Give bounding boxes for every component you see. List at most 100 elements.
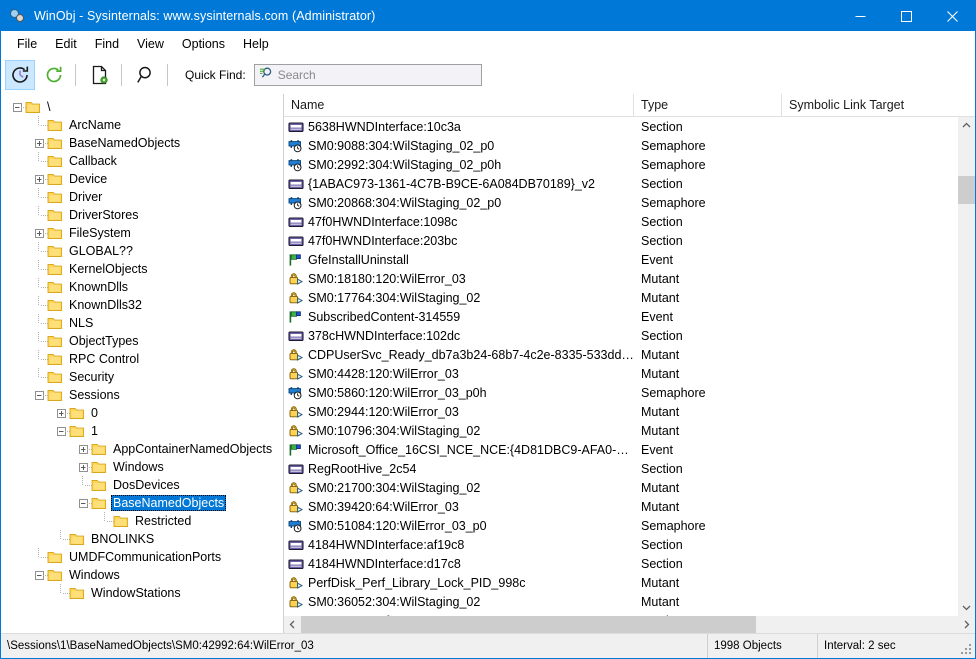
maximize-button[interactable] <box>883 1 929 31</box>
table-row[interactable]: 5638HWNDInterface:10c3aSection <box>284 117 957 136</box>
tree-item-callback[interactable]: Callback <box>1 152 282 170</box>
tree-item-appcontainernamedobjects[interactable]: AppContainerNamedObjects <box>1 440 282 458</box>
table-row[interactable]: Microsoft_Office_16CSI_NCE_NCE:{4D81DBC9… <box>284 440 957 459</box>
table-row[interactable]: GfeInstallUninstallEvent <box>284 250 957 269</box>
object-tree[interactable]: \ArcNameBaseNamedObjectsCallbackDeviceDr… <box>1 94 282 633</box>
table-row[interactable]: SM0:2944:120:WilError_03Mutant <box>284 402 957 421</box>
table-row[interactable]: SM0:18180:120:WilError_03Mutant <box>284 269 957 288</box>
tree-item-umdfcommunicationports[interactable]: UMDFCommunicationPorts <box>1 548 282 566</box>
table-row[interactable]: SubscribedContent-314559Event <box>284 307 957 326</box>
expand-icon[interactable] <box>75 458 91 476</box>
tree-item-restricted[interactable]: Restricted <box>1 512 282 530</box>
tree-item-windowstations[interactable]: WindowStations <box>1 584 282 602</box>
horizontal-scroll-thumb[interactable] <box>301 616 756 633</box>
tree-item-dosdevices[interactable]: DosDevices <box>1 476 282 494</box>
close-button[interactable] <box>929 1 975 31</box>
table-row[interactable]: SM0:4428:120:WilError_03Mutant <box>284 364 957 383</box>
cell-name: PerfDisk_Perf_Library_Lock_PID_998c <box>284 575 634 591</box>
table-row[interactable]: SM0:17764:304:WilStaging_02Mutant <box>284 288 957 307</box>
tree-item-basenamedobjects[interactable]: BaseNamedObjects <box>1 134 282 152</box>
tree-item-bnolinks[interactable]: BNOLINKS <box>1 530 282 548</box>
minimize-button[interactable] <box>837 1 883 31</box>
menu-item-options[interactable]: Options <box>173 34 234 55</box>
object-name-label: {1ABAC973-1361-4C7B-B9CE-6A084DB70189}_v… <box>308 177 595 191</box>
tree-item-security[interactable]: Security <box>1 368 282 386</box>
expand-icon[interactable] <box>53 404 69 422</box>
refresh-auto-icon[interactable] <box>5 60 35 90</box>
vertical-scroll-thumb[interactable] <box>958 176 975 204</box>
tree-item-nls[interactable]: NLS <box>1 314 282 332</box>
tree-item-arcname[interactable]: ArcName <box>1 116 282 134</box>
tree-item-windows[interactable]: Windows <box>1 458 282 476</box>
tree-item-sessions[interactable]: Sessions <box>1 386 282 404</box>
table-row[interactable]: SM0:51084:120:WilError_03_p0Semaphore <box>284 516 957 535</box>
table-row[interactable]: SM0:5860:120:WilError_03_p0hSemaphore <box>284 383 957 402</box>
tree-item-1[interactable]: 1 <box>1 422 282 440</box>
table-row[interactable]: 47f0HWNDInterface:203bcSection <box>284 231 957 250</box>
list-vertical-scrollbar[interactable] <box>957 117 975 616</box>
tree-item-windows[interactable]: Windows <box>1 566 282 584</box>
menu-item-file[interactable]: File <box>8 34 46 55</box>
scroll-right-button[interactable] <box>958 616 975 633</box>
table-row[interactable]: 47f0HWNDInterface:1098cSection <box>284 212 957 231</box>
menu-item-view[interactable]: View <box>128 34 173 55</box>
tree-connector <box>31 296 47 314</box>
table-row[interactable]: SM0:2992:304:WilStaging_02_p0hSemaphore <box>284 155 957 174</box>
tree-item-driver[interactable]: Driver <box>1 188 282 206</box>
table-row[interactable]: SM0:10796:304:WilStaging_02Mutant <box>284 421 957 440</box>
collapse-icon[interactable] <box>9 98 25 116</box>
tree-item-driverstores[interactable]: DriverStores <box>1 206 282 224</box>
scroll-up-button[interactable] <box>958 117 975 134</box>
tree-item-knowndlls32[interactable]: KnownDlls32 <box>1 296 282 314</box>
folder-icon <box>47 388 63 402</box>
cell-type: Section <box>634 557 782 571</box>
tree-item-[interactable]: \ <box>1 98 282 116</box>
tree-item-0[interactable]: 0 <box>1 404 282 422</box>
table-row[interactable]: 378cHWNDInterface:102dcSection <box>284 326 957 345</box>
refresh-icon[interactable] <box>39 60 69 90</box>
table-row[interactable]: {1ABAC973-1361-4C7B-B9CE-6A084DB70189}_v… <box>284 174 957 193</box>
menu-item-edit[interactable]: Edit <box>46 34 86 55</box>
menu-item-find[interactable]: Find <box>86 34 128 55</box>
column-header-type[interactable]: Type <box>634 94 782 116</box>
expand-icon[interactable] <box>31 224 47 242</box>
list-rows[interactable]: 5638HWNDInterface:10c3aSectionSM0:9088:3… <box>284 117 957 616</box>
find-icon[interactable] <box>131 60 161 90</box>
scroll-left-button[interactable] <box>284 616 301 633</box>
tree-item-device[interactable]: Device <box>1 170 282 188</box>
horizontal-scroll-track[interactable] <box>301 616 958 633</box>
collapse-icon[interactable] <box>31 386 47 404</box>
collapse-icon[interactable] <box>53 422 69 440</box>
table-row[interactable]: 4184HWNDInterface:d17c8Section <box>284 554 957 573</box>
tree-item-basenamedobjects[interactable]: BaseNamedObjects <box>1 494 282 512</box>
collapse-icon[interactable] <box>75 494 91 512</box>
menu-item-help[interactable]: Help <box>234 34 278 55</box>
search-input[interactable]: Search <box>254 64 482 86</box>
table-row[interactable]: SM0:9088:304:WilStaging_02_p0Semaphore <box>284 136 957 155</box>
tree-item-filesystem[interactable]: FileSystem <box>1 224 282 242</box>
collapse-icon[interactable] <box>31 566 47 584</box>
table-row[interactable]: CDPUserSvc_Ready_db7a3b24-68b7-4c2e-8335… <box>284 345 957 364</box>
table-row[interactable]: PerfDisk_Perf_Library_Lock_PID_998cMutan… <box>284 573 957 592</box>
tree-item-kernelobjects[interactable]: KernelObjects <box>1 260 282 278</box>
table-row[interactable]: 4184HWNDInterface:af19c8Section <box>284 535 957 554</box>
properties-icon[interactable] <box>85 60 115 90</box>
column-header-name[interactable]: Name <box>284 94 634 116</box>
tree-item-global[interactable]: GLOBAL?? <box>1 242 282 260</box>
table-row[interactable]: SM0:21700:304:WilStaging_02Mutant <box>284 478 957 497</box>
vertical-scroll-track[interactable] <box>958 134 975 599</box>
table-row[interactable]: RegRootHive_2c54Section <box>284 459 957 478</box>
table-row[interactable]: SM0:20868:304:WilStaging_02_p0Semaphore <box>284 193 957 212</box>
table-row[interactable]: SM0:36052:304:WilStaging_02Mutant <box>284 592 957 611</box>
expand-icon[interactable] <box>75 440 91 458</box>
list-horizontal-scrollbar[interactable] <box>284 616 975 633</box>
table-row[interactable]: SM0:39420:64:WilError_03Mutant <box>284 497 957 516</box>
tree-item-rpc-control[interactable]: RPC Control <box>1 350 282 368</box>
resize-grip[interactable] <box>957 634 975 658</box>
scroll-down-button[interactable] <box>958 599 975 616</box>
tree-item-objecttypes[interactable]: ObjectTypes <box>1 332 282 350</box>
expand-icon[interactable] <box>31 170 47 188</box>
tree-item-knowndlls[interactable]: KnownDlls <box>1 278 282 296</box>
expand-icon[interactable] <box>31 134 47 152</box>
column-header-symlink[interactable]: Symbolic Link Target <box>782 94 975 116</box>
